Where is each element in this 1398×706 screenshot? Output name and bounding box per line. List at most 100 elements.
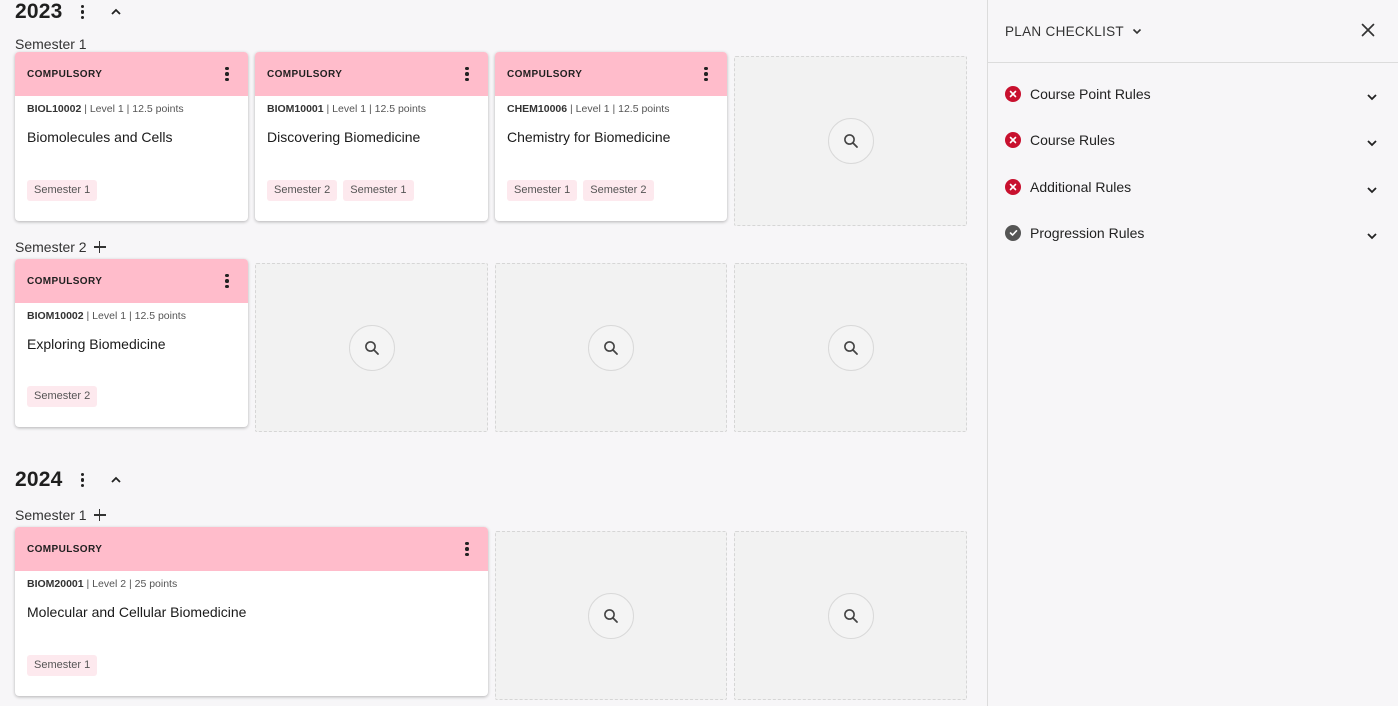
semester-label-text: Semester 1 (15, 36, 87, 52)
empty-course-slot[interactable] (734, 531, 967, 700)
card-header: COMPULSORY (255, 52, 488, 96)
course-meta: BIOM20001 | Level 2 | 25 points (27, 578, 488, 590)
empty-course-slot[interactable] (734, 56, 967, 226)
semester-label-2023-s2: Semester 2 (15, 238, 106, 256)
card-menu-kebab-icon[interactable] (699, 65, 713, 83)
card-header: COMPULSORY (495, 52, 727, 96)
course-card-biom10002[interactable]: COMPULSORY BIOM10002 | Level 1 | 12.5 po… (15, 259, 248, 427)
course-title: Chemistry for Biomedicine (507, 129, 671, 145)
collapse-year-chevron-up-icon[interactable] (109, 5, 123, 19)
course-level-points: | Level 1 | 12.5 points (81, 103, 184, 115)
course-card-biom20001[interactable]: COMPULSORY BIOM20001 | Level 2 | 25 poin… (15, 527, 488, 696)
year-title: 2024 (15, 468, 63, 491)
course-code: BIOM10001 (267, 103, 324, 115)
rule-label: Additional Rules (1030, 179, 1132, 195)
course-title: Discovering Biomedicine (267, 129, 421, 145)
add-semester-plus-icon[interactable] (93, 241, 106, 253)
card-menu-kebab-icon[interactable] (460, 540, 474, 558)
course-card-biol10002[interactable]: COMPULSORY BIOL10002 | Level 1 | 12.5 po… (15, 52, 248, 221)
expand-chevron-down-icon[interactable] (1366, 181, 1378, 199)
course-title: Molecular and Cellular Biomedicine (27, 604, 247, 620)
rule-label: Course Rules (1030, 132, 1115, 148)
card-header: COMPULSORY (15, 52, 248, 96)
search-icon[interactable] (827, 592, 874, 639)
fail-x-icon (1005, 86, 1021, 102)
availability-chip: Semester 2 (583, 180, 654, 201)
year-menu-kebab-icon[interactable] (76, 470, 90, 490)
collapse-year-chevron-up-icon[interactable] (109, 473, 123, 487)
course-level-points: | Level 1 | 12.5 points (323, 103, 426, 115)
semester-label-2024-s1: Semester 1 (15, 506, 106, 524)
pass-check-icon (1005, 225, 1021, 241)
empty-course-slot[interactable] (255, 263, 488, 432)
card-header: COMPULSORY (15, 527, 488, 571)
search-icon[interactable] (827, 118, 874, 164)
availability-chips: Semester 1 Semester 2 (507, 180, 654, 201)
availability-chips: Semester 1 (27, 180, 98, 201)
availability-chip: Semester 1 (343, 180, 414, 201)
compulsory-tag: COMPULSORY (507, 68, 583, 80)
availability-chip: Semester 2 (267, 180, 338, 201)
study-plan: 2023 Semester 1 COMPULSORY BIOL10002 | L… (0, 0, 987, 706)
course-code: CHEM10006 (507, 103, 568, 115)
rule-progression-rules[interactable]: Progression Rules (1005, 221, 1378, 245)
course-meta: BIOM10001 | Level 1 | 12.5 points (267, 103, 488, 115)
year-menu-kebab-icon[interactable] (76, 2, 90, 22)
course-title: Exploring Biomedicine (27, 336, 166, 352)
rule-label: Progression Rules (1030, 225, 1145, 241)
empty-course-slot[interactable] (495, 531, 727, 700)
empty-course-slot[interactable] (734, 263, 967, 432)
fail-x-icon (1005, 179, 1021, 195)
course-code: BIOM20001 (27, 578, 84, 590)
course-card-chem10006[interactable]: COMPULSORY CHEM10006 | Level 1 | 12.5 po… (495, 52, 727, 221)
close-icon[interactable] (1360, 22, 1376, 38)
expand-chevron-down-icon[interactable] (1366, 227, 1378, 245)
card-menu-kebab-icon[interactable] (460, 65, 474, 83)
course-code: BIOM10002 (27, 310, 84, 322)
compulsory-tag: COMPULSORY (27, 68, 103, 80)
expand-chevron-down-icon[interactable] (1366, 134, 1378, 152)
search-icon[interactable] (588, 324, 634, 371)
compulsory-tag: COMPULSORY (27, 275, 103, 287)
course-meta: BIOL10002 | Level 1 | 12.5 points (27, 103, 248, 115)
availability-chip: Semester 2 (27, 386, 98, 407)
availability-chip: Semester 1 (27, 655, 98, 676)
fail-x-icon (1005, 132, 1021, 148)
rule-additional-rules[interactable]: Additional Rules (1005, 175, 1378, 199)
semester-label-2023-s1: Semester 1 (15, 35, 87, 53)
course-level-points: | Level 1 | 12.5 points (83, 310, 186, 322)
card-menu-kebab-icon[interactable] (220, 65, 234, 83)
course-level-points: | Level 2 | 25 points (83, 578, 178, 590)
checklist-header: PLAN CHECKLIST (988, 0, 1398, 63)
semester-label-text: Semester 2 (15, 239, 87, 255)
checklist-chevron-down-icon[interactable] (1132, 28, 1142, 35)
compulsory-tag: COMPULSORY (267, 68, 343, 80)
course-card-biom10001[interactable]: COMPULSORY BIOM10001 | Level 1 | 12.5 po… (255, 52, 488, 221)
availability-chips: Semester 2 Semester 1 (267, 180, 414, 201)
year-header-2024: 2024 (15, 467, 123, 493)
semester-label-text: Semester 1 (15, 507, 87, 523)
availability-chips: Semester 1 (27, 655, 98, 676)
course-title: Biomolecules and Cells (27, 129, 173, 145)
checklist-title[interactable]: PLAN CHECKLIST (1005, 24, 1124, 39)
availability-chips: Semester 2 (27, 386, 98, 407)
empty-course-slot[interactable] (495, 263, 727, 432)
year-title: 2023 (15, 0, 63, 23)
availability-chip: Semester 1 (507, 180, 578, 201)
course-meta: CHEM10006 | Level 1 | 12.5 points (507, 103, 727, 115)
course-meta: BIOM10002 | Level 1 | 12.5 points (27, 310, 248, 322)
plan-checklist-panel: PLAN CHECKLIST Course Point Rules Course… (987, 0, 1398, 706)
search-icon[interactable] (348, 324, 395, 371)
rule-label: Course Point Rules (1030, 86, 1151, 102)
year-header-2023: 2023 (15, 0, 123, 25)
rule-course-rules[interactable]: Course Rules (1005, 128, 1378, 152)
compulsory-tag: COMPULSORY (27, 543, 103, 555)
expand-chevron-down-icon[interactable] (1366, 88, 1378, 106)
rule-course-point-rules[interactable]: Course Point Rules (1005, 82, 1378, 106)
course-code: BIOL10002 (27, 103, 82, 115)
availability-chip: Semester 1 (27, 180, 98, 201)
search-icon[interactable] (588, 592, 634, 639)
card-menu-kebab-icon[interactable] (220, 272, 234, 290)
search-icon[interactable] (827, 324, 874, 371)
add-semester-plus-icon[interactable] (93, 509, 106, 521)
